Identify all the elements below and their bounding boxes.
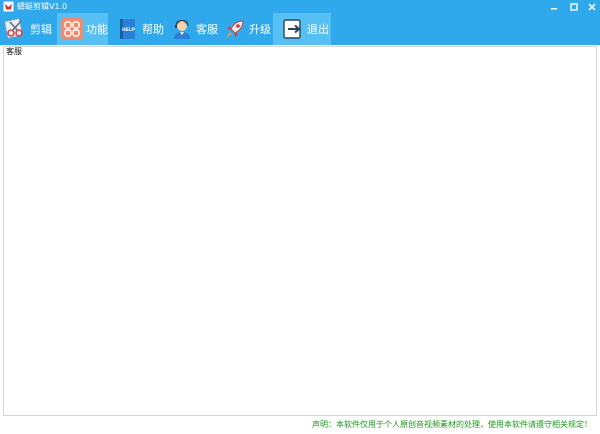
maximize-icon <box>570 2 578 11</box>
toolbar-item-help[interactable]: HELP 帮助 <box>117 13 164 45</box>
minimize-icon <box>551 7 557 9</box>
toolbar-item-customer-service[interactable]: 客服 <box>171 13 218 45</box>
toolbar-item-edit[interactable]: 剪辑 <box>5 13 52 45</box>
toolbar-item-label: 升级 <box>249 23 271 36</box>
customer-service-panel <box>3 46 597 416</box>
window-title: 蜻蜓剪辑V1.0 <box>17 2 68 11</box>
toolbar-item-label: 帮助 <box>142 23 164 36</box>
scissors-icon <box>5 18 27 40</box>
exit-icon <box>282 18 304 40</box>
toolbar-item-exit[interactable]: 退出 <box>273 13 331 45</box>
toolbar-item-label: 客服 <box>196 23 218 36</box>
close-button[interactable] <box>583 0 600 13</box>
panel-title: 客服 <box>6 47 22 56</box>
toolbar-item-label: 功能 <box>86 23 108 36</box>
toolbar-item-features[interactable]: 功能 <box>57 13 108 45</box>
svg-text:HELP: HELP <box>122 27 136 33</box>
app-logo-icon <box>3 1 14 12</box>
minimize-button[interactable] <box>545 0 563 13</box>
toolbar-item-upgrade[interactable]: 升级 <box>224 13 271 45</box>
rocket-icon <box>224 18 246 40</box>
title-bar: 蜻蜓剪辑V1.0 <box>0 0 600 13</box>
toolbar-item-label: 剪辑 <box>30 23 52 36</box>
main-toolbar: 剪辑 功能 HELP 帮助 客服 升级 退出 <box>0 13 600 45</box>
toolbar-item-label: 退出 <box>307 23 329 36</box>
customer-service-icon <box>171 18 193 40</box>
close-icon <box>588 2 596 11</box>
maximize-button[interactable] <box>565 0 583 13</box>
disclaimer-text: 声明：本软件仅用于个人原创音视频素材的处理，使用本软件请遵守相关规定！ <box>312 420 592 429</box>
apps-grid-icon <box>61 18 83 40</box>
help-book-icon: HELP <box>117 18 139 40</box>
